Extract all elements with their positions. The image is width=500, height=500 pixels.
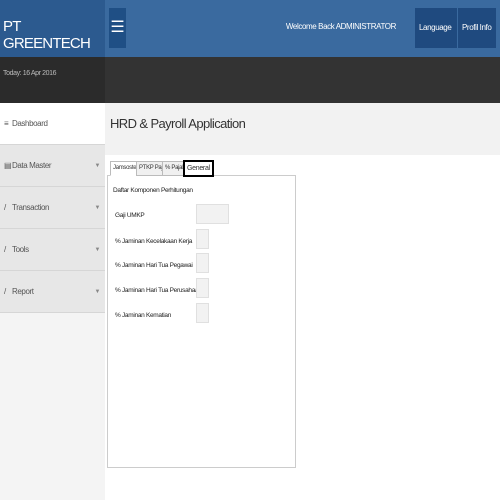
sidebar-item-label: Dashboard	[12, 119, 48, 128]
field-label: % Jaminan Hari Tua Pegawai	[115, 262, 193, 269]
sub-header-right	[105, 57, 500, 103]
caret-down-icon: ▼	[94, 163, 100, 169]
jkk-input[interactable]	[196, 229, 209, 249]
caret-down-icon: ▼	[94, 205, 100, 211]
sidebar: ≡ Dashboard ▤Data Master ▼ / Transaction ▼ /…	[0, 103, 105, 500]
jkm-input[interactable]	[196, 303, 209, 323]
field-label: % Jaminan Hari Tua Perusahaan	[115, 287, 202, 294]
menu-toggle-button[interactable]: ☰	[109, 8, 126, 48]
welcome-text: Welcome Back ADMINISTRATOR	[285, 22, 396, 31]
today-date: Today: 16 Apr 2016	[3, 70, 57, 77]
page-title: HRD & Payroll Application	[110, 116, 246, 131]
sidebar-item-report[interactable]: / Report ▼	[0, 271, 105, 313]
sidebar-item-label: Data Master	[12, 161, 52, 170]
sidebar-item-transaction[interactable]: / Transaction ▼	[0, 187, 105, 229]
tab-general[interactable]: General	[183, 160, 214, 177]
jht-pegawai-input[interactable]	[196, 253, 209, 273]
sidebar-item-tools[interactable]: / Tools ▼	[0, 229, 105, 271]
profile-dropdown[interactable]: Profil Info ▼	[458, 8, 496, 72]
pencil-icon: /	[4, 245, 6, 254]
sidebar-item-data-master[interactable]: ▤Data Master ▼	[0, 145, 105, 187]
sidebar-item-dashboard[interactable]: ≡ Dashboard	[0, 103, 105, 145]
field-label: % Jaminan Kematian	[115, 312, 172, 319]
brand-logo: PT GREENTECH	[0, 0, 105, 57]
language-label: Language	[419, 23, 452, 32]
section-title: Daftar Komponen Perhitungan	[113, 187, 193, 194]
pencil-icon: /	[4, 203, 6, 212]
field-label: % Jaminan Kecelakaan Kerja	[115, 238, 193, 245]
field-label: Gaji UMKP	[115, 212, 145, 219]
caret-down-icon: ▼	[94, 247, 100, 253]
sidebar-item-label: Tools	[12, 245, 29, 254]
jht-perusahaan-input[interactable]	[196, 278, 209, 298]
menu-icon: ≡	[4, 119, 9, 128]
pencil-icon: /	[4, 287, 6, 296]
profile-label: Profil Info	[462, 23, 492, 32]
language-dropdown[interactable]: Language ▼	[415, 8, 457, 72]
hamburger-icon: ☰	[110, 19, 125, 36]
caret-down-icon: ▼	[94, 289, 100, 295]
grid-icon: ▤	[4, 161, 12, 170]
sidebar-item-label: Report	[12, 287, 34, 296]
sidebar-item-label: Transaction	[12, 203, 50, 212]
gaji-umkp-input[interactable]	[196, 204, 229, 224]
top-bar: ☰ Welcome Back ADMINISTRATOR Language ▼ …	[105, 0, 500, 72]
